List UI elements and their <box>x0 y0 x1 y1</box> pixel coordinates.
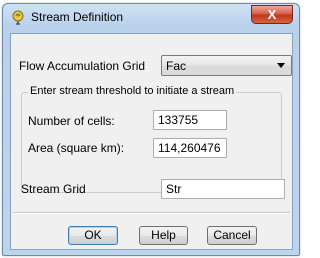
close-icon: X <box>267 7 277 22</box>
flow-accumulation-dropdown[interactable]: Fac <box>161 55 292 76</box>
close-button[interactable]: X <box>251 5 293 24</box>
chevron-down-icon <box>277 63 285 68</box>
stream-grid-label: Stream Grid <box>21 182 86 196</box>
stream-definition-dialog: Stream Definition X Flow Accumulation Gr… <box>2 3 300 256</box>
ok-button[interactable]: OK <box>68 226 118 245</box>
threshold-group-legend: Enter stream threshold to initiate a str… <box>28 85 237 97</box>
help-button[interactable]: Help <box>139 226 188 245</box>
number-of-cells-input[interactable] <box>153 110 227 130</box>
globe-pin-icon <box>12 10 24 25</box>
stream-grid-input[interactable] <box>161 179 285 199</box>
threshold-groupbox: Enter stream threshold to initiate a str… <box>21 85 282 193</box>
flow-accumulation-label: Flow Accumulation Grid <box>19 59 146 73</box>
area-input[interactable] <box>153 138 227 158</box>
separator <box>13 212 290 214</box>
flow-accumulation-selected: Fac <box>166 59 187 73</box>
title-bar[interactable]: Stream Definition X <box>3 4 299 30</box>
window-title: Stream Definition <box>31 10 124 24</box>
dialog-body: Flow Accumulation Grid Fac Enter stream … <box>10 33 293 250</box>
number-of-cells-label: Number of cells: <box>28 114 115 128</box>
area-label: Area (square km): <box>28 141 125 155</box>
cancel-button[interactable]: Cancel <box>207 226 257 245</box>
